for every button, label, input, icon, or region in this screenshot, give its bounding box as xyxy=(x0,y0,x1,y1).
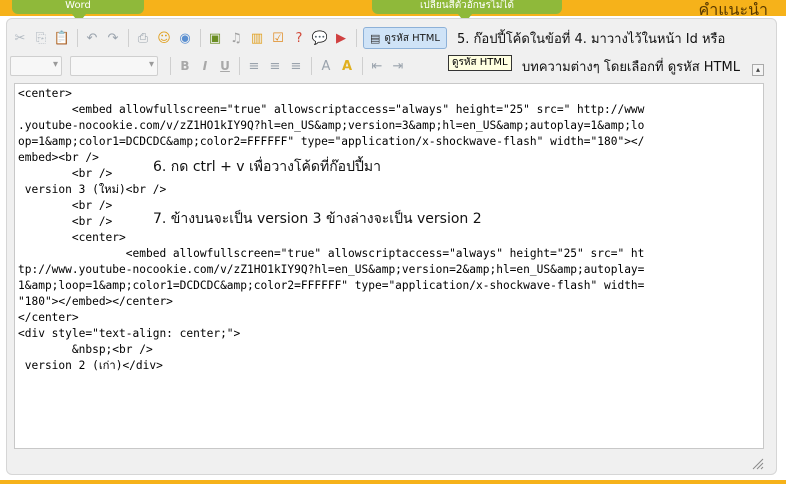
toolbar-separator xyxy=(311,57,312,75)
code-line: tp://www.youtube-nocookie.com/v/zZ1HO1kI… xyxy=(18,263,645,276)
chart-icon[interactable]: ▥ xyxy=(247,28,267,48)
align-right-icon[interactable]: ≡ xyxy=(286,56,306,76)
italic-button[interactable]: I xyxy=(195,59,215,73)
font-size-select[interactable] xyxy=(10,56,62,76)
code-line: op=1&amp;color1=DCDCDC&amp;color2=FFFFFF… xyxy=(18,135,645,148)
toolbar-separator xyxy=(170,57,171,75)
code-line: &nbsp;<br /> xyxy=(18,343,153,356)
code-line: "180"></embed></center> xyxy=(18,295,173,308)
underline-button[interactable]: U xyxy=(215,59,235,73)
print-icon[interactable]: ⎙ xyxy=(133,28,153,48)
code-line: <embed allowfullscreen="true" allowscrip… xyxy=(18,247,645,260)
help-icon[interactable]: ? xyxy=(289,28,309,48)
step7-annotation: 7. ข้างบนจะเป็น version 3 ข้างล่างจะเป็น… xyxy=(153,211,482,227)
special-char-icon[interactable]: ◉ xyxy=(175,28,195,48)
chat-icon[interactable]: 💬 xyxy=(310,28,330,48)
code-line: <center> xyxy=(18,231,126,244)
view-html-label: ดูรหัส HTML xyxy=(384,32,440,44)
smiley-icon[interactable]: ☺ xyxy=(154,28,174,48)
document-icon: ▤ xyxy=(370,31,381,45)
cut-icon[interactable]: ✂ xyxy=(10,28,30,48)
tab-word[interactable]: Word xyxy=(12,0,144,14)
indent-icon[interactable]: ⇥ xyxy=(388,56,408,76)
bold-button[interactable]: B xyxy=(175,59,195,73)
code-line: .youtube-nocookie.com/v/zZ1HO1kIY9Q?hl=e… xyxy=(18,119,645,132)
checklist-icon[interactable]: ☑ xyxy=(268,28,288,48)
image-icon[interactable]: ▣ xyxy=(205,28,225,48)
step5-note-continued: บทความต่างๆ โดยเลือกที่ ดูรหัส HTML xyxy=(522,60,740,75)
step5-note: 5. ก๊อปปี้โค้ดในข้อที่ 4. มาวางไว้ในหน้า… xyxy=(456,31,726,47)
code-line: version 3 (ใหม่)<br /> xyxy=(18,183,167,196)
collapse-toolbar-icon[interactable]: ▴ xyxy=(752,64,764,76)
toolbar-separator xyxy=(239,57,240,75)
align-left-icon[interactable]: ≡ xyxy=(244,56,264,76)
toolbar-separator xyxy=(128,29,129,47)
code-line: <embed allowfullscreen="true" allowscrip… xyxy=(18,103,645,116)
toolbar-separator xyxy=(200,29,201,47)
tab-thai-font-color[interactable]: เปลี่ยนสีตัวอักษรไม่ได้ xyxy=(372,0,562,14)
youtube-icon[interactable]: ▶ xyxy=(331,28,351,48)
view-html-button[interactable]: ▤ ดูรหัส HTML xyxy=(363,27,447,49)
code-line: 1&amp;loop=1&amp;color1=DCDCDC&amp;color… xyxy=(18,279,645,292)
code-line: <div style="text-align: center;"> xyxy=(18,327,241,340)
code-line: <br /> xyxy=(18,215,113,228)
music-icon[interactable]: ♫ xyxy=(226,28,246,48)
toolbar-separator xyxy=(77,29,78,47)
resize-handle-icon[interactable] xyxy=(750,456,764,470)
code-line: <br /> xyxy=(18,167,113,180)
html-source-textarea[interactable]: <center> <embed allowfullscreen="true" a… xyxy=(14,83,764,449)
view-html-tooltip: ดูรหัส HTML xyxy=(448,55,512,71)
toolbar-row-1: ✂ ⎘ 📋 ↶ ↷ ⎙ ☺ ◉ ▣ ♫ ▥ ☑ ? 💬 ▶ ▤ ดูรหัส H… xyxy=(10,25,772,51)
bottom-banner xyxy=(0,480,786,484)
paste-icon[interactable]: 📋 xyxy=(52,28,72,48)
highlight-color-icon[interactable]: A xyxy=(337,56,357,76)
undo-icon[interactable]: ↶ xyxy=(82,28,102,48)
outdent-icon[interactable]: ⇤ xyxy=(367,56,387,76)
toolbar-separator xyxy=(362,57,363,75)
step6-annotation: 6. กด ctrl + v เพื่อวางโค้ดที่ก๊อปปี้มา xyxy=(153,159,381,175)
align-center-icon[interactable]: ≡ xyxy=(265,56,285,76)
font-color-icon[interactable]: A xyxy=(316,56,336,76)
code-line: embed><br /> xyxy=(18,151,99,164)
redo-icon[interactable]: ↷ xyxy=(103,28,123,48)
code-line: <center> xyxy=(18,87,72,100)
copy-icon[interactable]: ⎘ xyxy=(31,28,51,48)
code-line: version 2 (เก่า)</div> xyxy=(18,359,163,372)
font-family-select[interactable] xyxy=(70,56,158,76)
code-line: <br /> xyxy=(18,199,113,212)
code-line: </center> xyxy=(18,311,79,324)
toolbar-separator xyxy=(356,29,357,47)
